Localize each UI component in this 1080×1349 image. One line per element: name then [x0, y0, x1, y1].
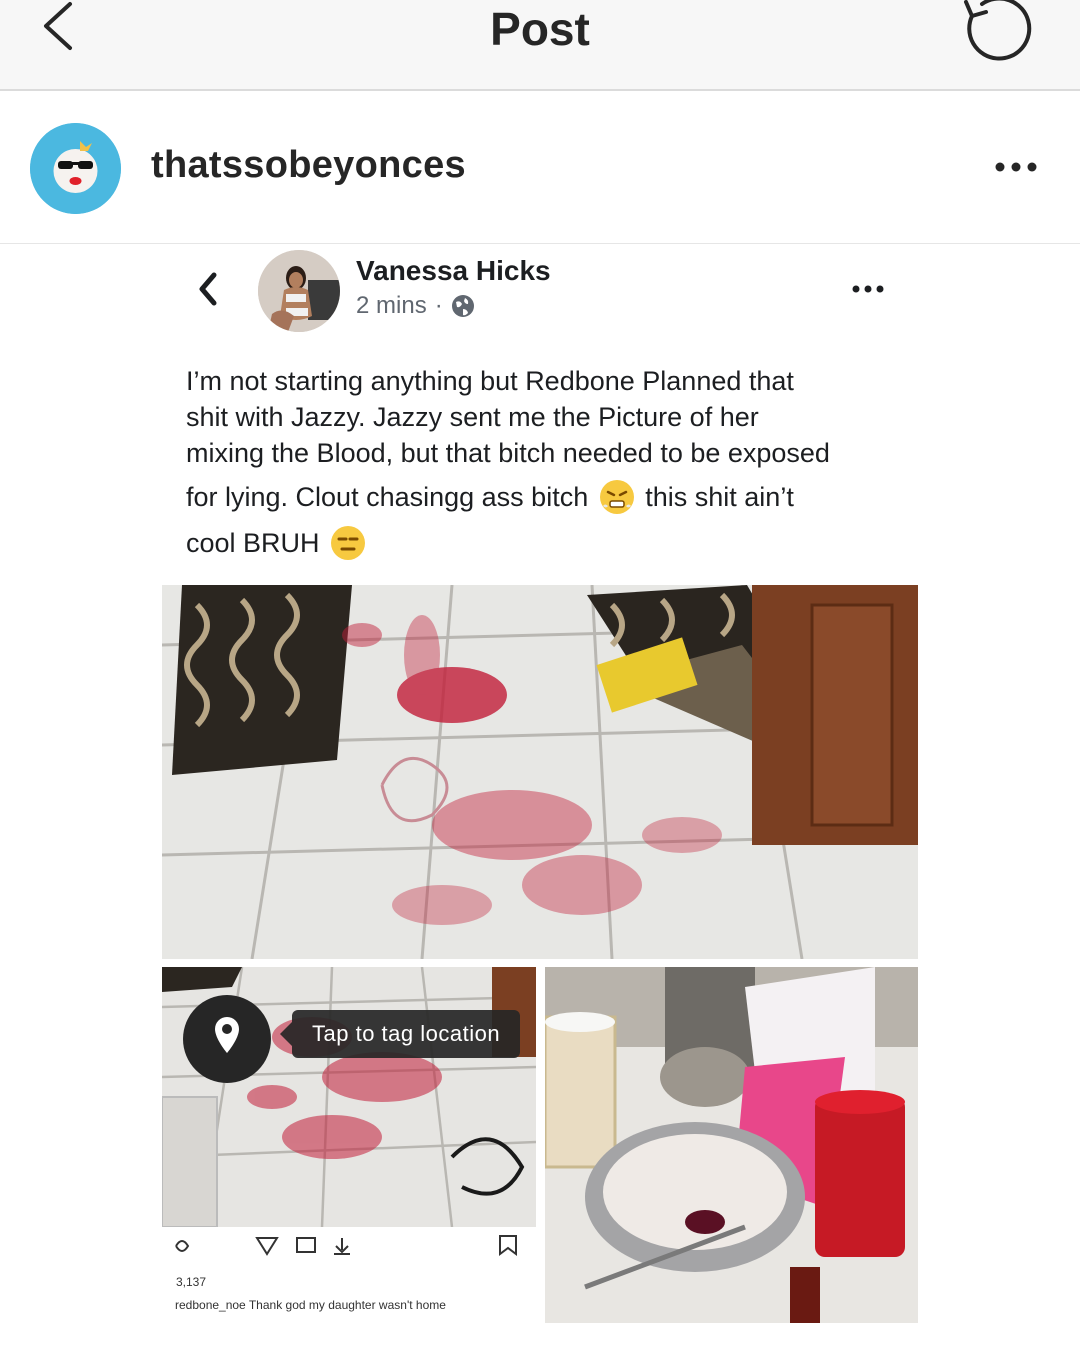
expressionless-face-emoji-icon	[331, 526, 366, 560]
refresh-icon[interactable]	[958, 0, 1038, 64]
post-image[interactable]: Vanessa Hicks 2 mins · I’m not starting …	[0, 245, 1080, 1349]
tag-location-tooltip[interactable]: Tap to tag location	[279, 1010, 521, 1058]
post-text-line: I’m not starting anything but Redbone Pl…	[186, 366, 794, 396]
meta-separator: ·	[434, 292, 443, 319]
inner-caption: redbone_noe Thank god my daughter wasn't…	[175, 1298, 446, 1312]
embedded-author-name: Vanessa Hicks	[356, 255, 551, 286]
post-text-line: mixing the Blood, but that bitch needed …	[186, 438, 830, 468]
embedded-post-meta: 2 mins ·	[356, 292, 475, 320]
post-text-line: for lying. Clout chasingg ass bitch	[186, 482, 589, 512]
embedded-profile-photo	[258, 250, 340, 332]
location-pin-button[interactable]	[183, 995, 271, 1083]
embedded-more-icon	[850, 281, 892, 297]
page-title: Post	[490, 3, 590, 55]
embedded-post-time: 2 mins	[356, 292, 427, 319]
ingredients-photo	[545, 967, 918, 1323]
angry-face-emoji-icon	[599, 480, 634, 514]
embedded-post-text: I’m not starting anything but Redbone Pl…	[186, 363, 926, 561]
post-text-line: this shit ain’t	[645, 482, 794, 512]
post-text-line: shit with Jazzy. Jazzy sent me the Pictu…	[186, 402, 759, 432]
inner-like-count: 3,137	[176, 1275, 207, 1289]
more-options-icon[interactable]	[990, 152, 1046, 182]
avatar[interactable]	[30, 123, 121, 214]
author-username[interactable]: thatssobeyonces	[151, 144, 466, 187]
floor-photo-large	[162, 585, 918, 959]
top-navigation-bar: Post	[0, 0, 1080, 91]
embedded-back-icon	[192, 267, 226, 311]
globe-icon	[451, 295, 474, 317]
location-pin-icon	[215, 1017, 239, 1053]
post-author-row: thatssobeyonces	[0, 92, 1080, 244]
inner-action-icons	[175, 1235, 517, 1256]
post-text-line: cool BRUH	[186, 528, 320, 558]
